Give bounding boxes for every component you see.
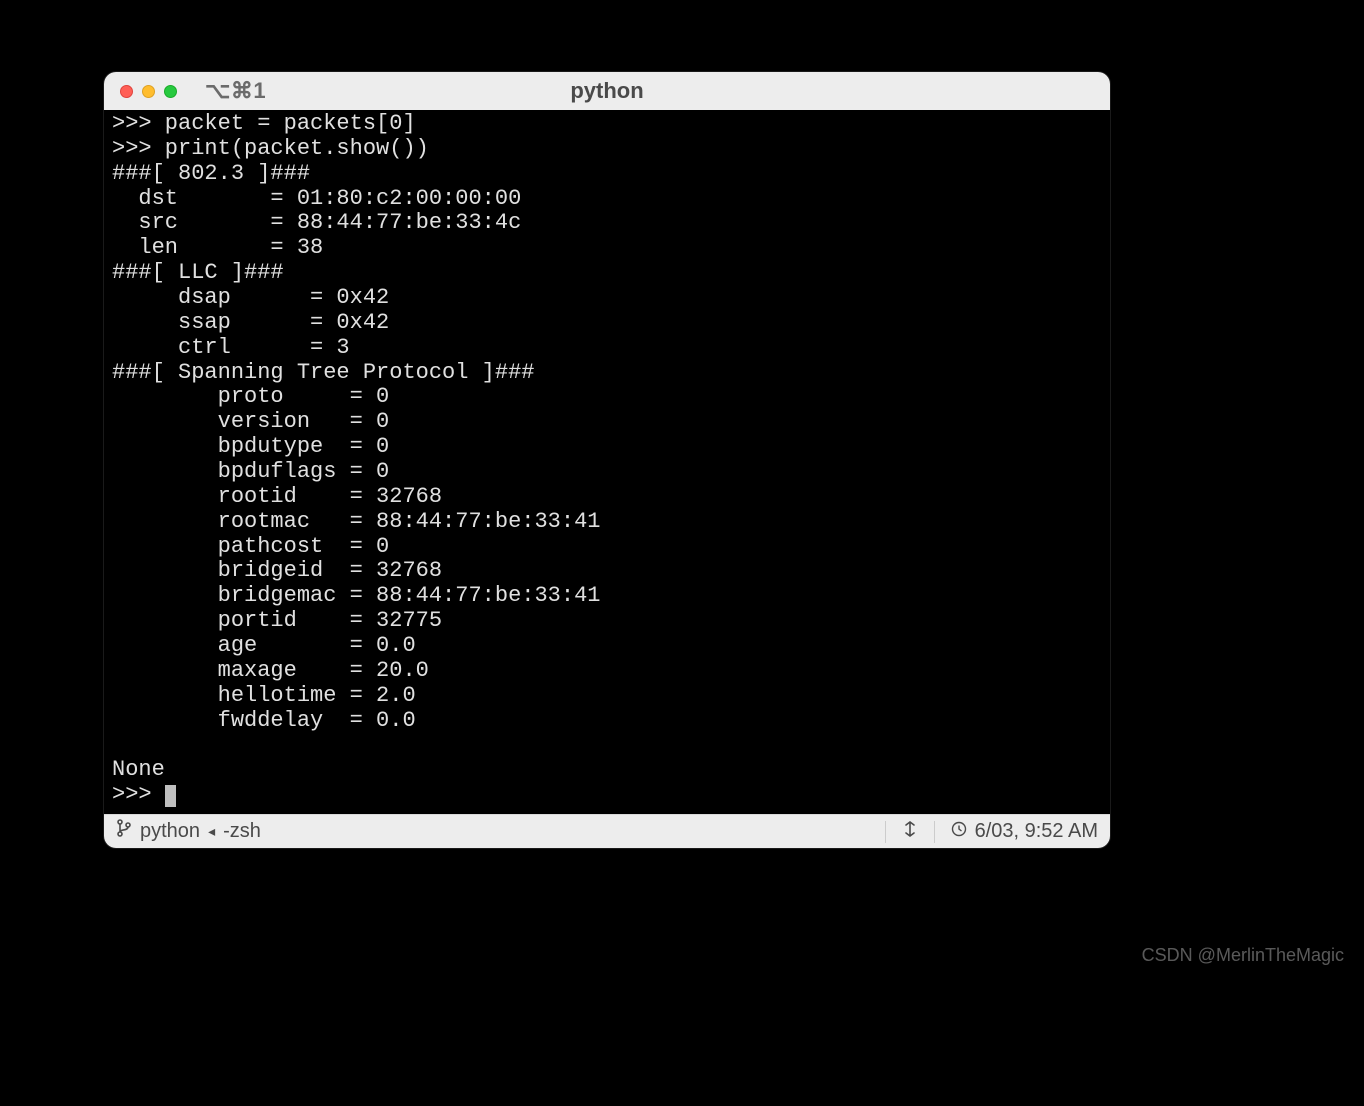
terminal-line: dsap = 0x42 bbox=[112, 285, 389, 310]
close-button[interactable] bbox=[120, 85, 133, 98]
terminal-line: ###[ 802.3 ]### bbox=[112, 161, 310, 186]
terminal-line: len = 38 bbox=[112, 235, 323, 260]
terminal-line: fwddelay = 0.0 bbox=[112, 708, 416, 733]
statusbar: python ◂ -zsh 6/03, 9:52 AM bbox=[104, 814, 1110, 848]
status-middle bbox=[885, 821, 934, 843]
traffic-lights bbox=[120, 85, 177, 98]
terminal-line: bridgeid = 32768 bbox=[112, 558, 442, 583]
timestamp: 6/03, 9:52 AM bbox=[975, 820, 1098, 843]
minimize-button[interactable] bbox=[142, 85, 155, 98]
terminal-line: dst = 01:80:c2:00:00:00 bbox=[112, 186, 521, 211]
clock-icon bbox=[951, 820, 967, 843]
terminal-line: age = 0.0 bbox=[112, 633, 416, 658]
cursor bbox=[165, 785, 176, 807]
terminal-line: version = 0 bbox=[112, 409, 389, 434]
terminal-line: >>> print(packet.show()) bbox=[112, 136, 429, 161]
branch-icon bbox=[116, 819, 132, 842]
terminal-window: ⌥⌘1 python >>> packet = packets[0] >>> p… bbox=[104, 72, 1110, 848]
terminal-line: pathcost = 0 bbox=[112, 534, 389, 559]
terminal-line: ###[ LLC ]### bbox=[112, 260, 284, 285]
fullscreen-button[interactable] bbox=[164, 85, 177, 98]
watermark: CSDN @MerlinTheMagic bbox=[1142, 945, 1344, 966]
shell-name: -zsh bbox=[223, 820, 261, 843]
split-icon[interactable] bbox=[902, 820, 918, 844]
terminal-line: hellotime = 2.0 bbox=[112, 683, 416, 708]
status-left: python ◂ -zsh bbox=[116, 820, 885, 843]
tab-shortcut-label: ⌥⌘1 bbox=[205, 78, 266, 104]
titlebar: ⌥⌘1 python bbox=[104, 72, 1110, 110]
status-right: 6/03, 9:52 AM bbox=[934, 821, 1098, 843]
terminal-line: src = 88:44:77:be:33:4c bbox=[112, 210, 521, 235]
terminal-line: bridgemac = 88:44:77:be:33:41 bbox=[112, 583, 600, 608]
terminal-line: rootmac = 88:44:77:be:33:41 bbox=[112, 509, 600, 534]
terminal-line: bpduflags = 0 bbox=[112, 459, 389, 484]
process-name: python bbox=[140, 820, 200, 843]
terminal-line: bpdutype = 0 bbox=[112, 434, 389, 459]
terminal-line: portid = 32775 bbox=[112, 608, 442, 633]
window-title: python bbox=[570, 78, 643, 104]
terminal-content[interactable]: >>> packet = packets[0] >>> print(packet… bbox=[104, 110, 1110, 814]
terminal-line: >>> packet = packets[0] bbox=[112, 111, 416, 136]
terminal-line: None bbox=[112, 757, 165, 782]
terminal-line: rootid = 32768 bbox=[112, 484, 442, 509]
terminal-line: proto = 0 bbox=[112, 384, 389, 409]
terminal-line: ctrl = 3 bbox=[112, 335, 350, 360]
terminal-line: ###[ Spanning Tree Protocol ]### bbox=[112, 360, 534, 385]
terminal-line: maxage = 20.0 bbox=[112, 658, 429, 683]
separator-icon: ◂ bbox=[208, 823, 215, 840]
terminal-prompt: >>> bbox=[112, 782, 165, 807]
terminal-line: ssap = 0x42 bbox=[112, 310, 389, 335]
